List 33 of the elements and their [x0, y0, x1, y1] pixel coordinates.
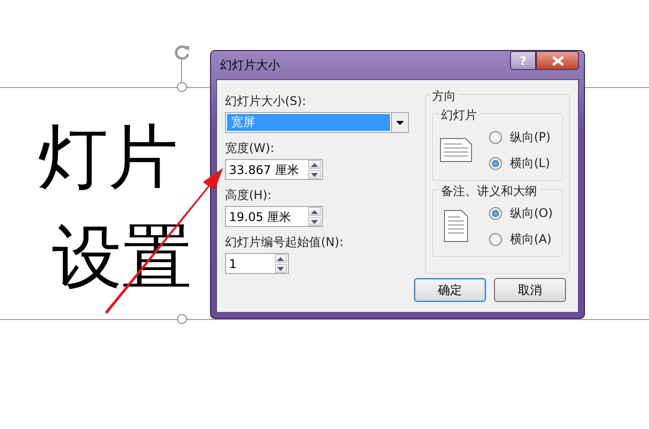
height-field[interactable]: 19.05 厘米 — [226, 208, 308, 226]
field-label: 幻灯片编号起始值(N): — [225, 234, 344, 251]
start-number-field[interactable]: 1 — [226, 254, 275, 272]
field-label: 幻灯片大小(S): — [225, 93, 308, 110]
width-spin-box[interactable]: 33.867 厘米 — [225, 159, 323, 180]
orientation-radio[interactable]: 横向(L) — [489, 154, 551, 172]
spin-up-icon[interactable] — [310, 162, 318, 166]
height-spin-box[interactable]: 19.05 厘米 — [225, 206, 323, 227]
orientation-radio[interactable]: 纵向(P) — [489, 128, 551, 146]
slide-title-text: 灯片 — [38, 122, 178, 192]
close-icon[interactable] — [552, 56, 564, 66]
portrait-page-icon — [444, 210, 468, 242]
field-label: 宽度(W): — [225, 140, 276, 157]
start-number-spin-box[interactable]: 1 — [225, 253, 289, 274]
resize-handle[interactable] — [177, 82, 187, 92]
cancel-button[interactable]: 取消 — [494, 278, 566, 302]
spin-up-icon[interactable] — [310, 210, 318, 214]
landscape-page-icon — [440, 138, 472, 162]
close-button[interactable] — [536, 51, 579, 70]
spin-down-icon[interactable] — [310, 172, 318, 176]
dialog-title: 幻灯片大小 — [220, 57, 281, 74]
orientation-radio[interactable]: 纵向(O) — [489, 204, 553, 222]
ok-button[interactable]: 确定 — [414, 278, 486, 302]
spin-down-icon[interactable] — [310, 220, 318, 224]
spin-down-icon[interactable] — [277, 266, 284, 270]
dropdown-arrow-icon — [396, 120, 404, 124]
orientation-radio[interactable]: 横向(A) — [489, 230, 553, 248]
group-title: 备注、讲义和大纲 — [439, 182, 539, 200]
group-title: 幻灯片 — [439, 106, 479, 124]
spin-up-icon[interactable] — [277, 256, 284, 260]
width-field[interactable]: 33.867 厘米 — [226, 160, 308, 178]
resize-handle[interactable] — [177, 314, 187, 324]
field-label: 高度(H): — [225, 187, 272, 204]
